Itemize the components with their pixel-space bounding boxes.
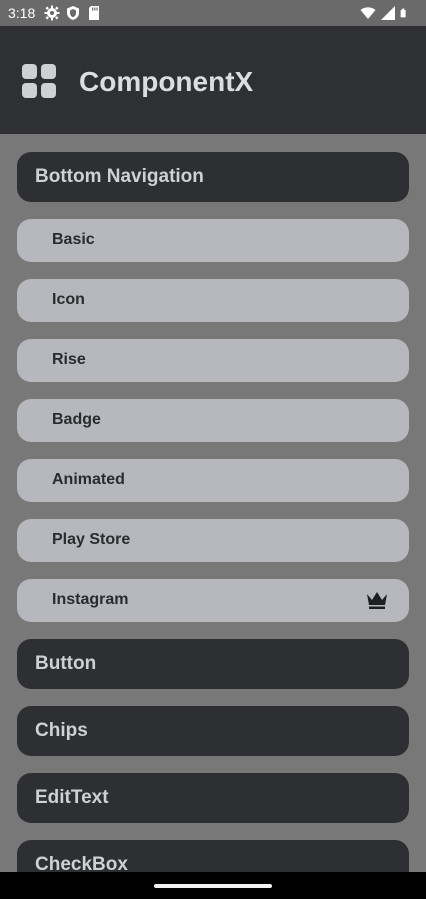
battery-icon [400, 8, 406, 18]
list-item-label: Animated [52, 471, 125, 488]
section-label: Button [35, 653, 97, 674]
gear-icon [44, 5, 60, 21]
home-gesture-handle[interactable] [154, 884, 272, 888]
cell-signal-icon [381, 6, 395, 20]
app-bar: ComponentX [0, 26, 426, 134]
list-item-basic[interactable]: Basic [17, 219, 409, 262]
section-checkbox[interactable]: CheckBox [17, 840, 409, 872]
list-item-label: Play Store [52, 531, 131, 548]
section-chips[interactable]: Chips [17, 706, 409, 756]
list-item-animated[interactable]: Animated [17, 459, 409, 502]
app-title: ComponentX [79, 66, 254, 97]
status-bar: 3:18 [0, 0, 426, 26]
sd-card-icon [89, 6, 99, 20]
dashboard-grid-icon [22, 64, 56, 98]
list-item-instagram[interactable]: Instagram [17, 579, 409, 622]
section-label: Chips [35, 720, 88, 741]
component-list[interactable]: Bottom Navigation Basic Icon Rise Badge … [0, 134, 426, 872]
section-label: EditText [35, 787, 109, 808]
wifi-icon [360, 7, 376, 19]
section-button[interactable]: Button [17, 639, 409, 689]
system-nav-bar [0, 872, 426, 899]
section-bottom-navigation[interactable]: Bottom Navigation [17, 152, 409, 202]
list-item-label: Instagram [52, 591, 129, 608]
crown-icon [367, 592, 387, 609]
list-item-label: Basic [52, 231, 95, 248]
list-item-label: Rise [52, 351, 86, 368]
list-item-label: Badge [52, 411, 101, 428]
section-label: CheckBox [35, 854, 128, 872]
list-item-badge[interactable]: Badge [17, 399, 409, 442]
shield-icon [67, 6, 79, 20]
section-label: Bottom Navigation [35, 166, 204, 187]
list-item-icon[interactable]: Icon [17, 279, 409, 322]
list-item-play-store[interactable]: Play Store [17, 519, 409, 562]
list-item-label: Icon [52, 291, 85, 308]
section-edittext[interactable]: EditText [17, 773, 409, 823]
list-item-rise[interactable]: Rise [17, 339, 409, 382]
status-time: 3:18 [8, 5, 36, 21]
